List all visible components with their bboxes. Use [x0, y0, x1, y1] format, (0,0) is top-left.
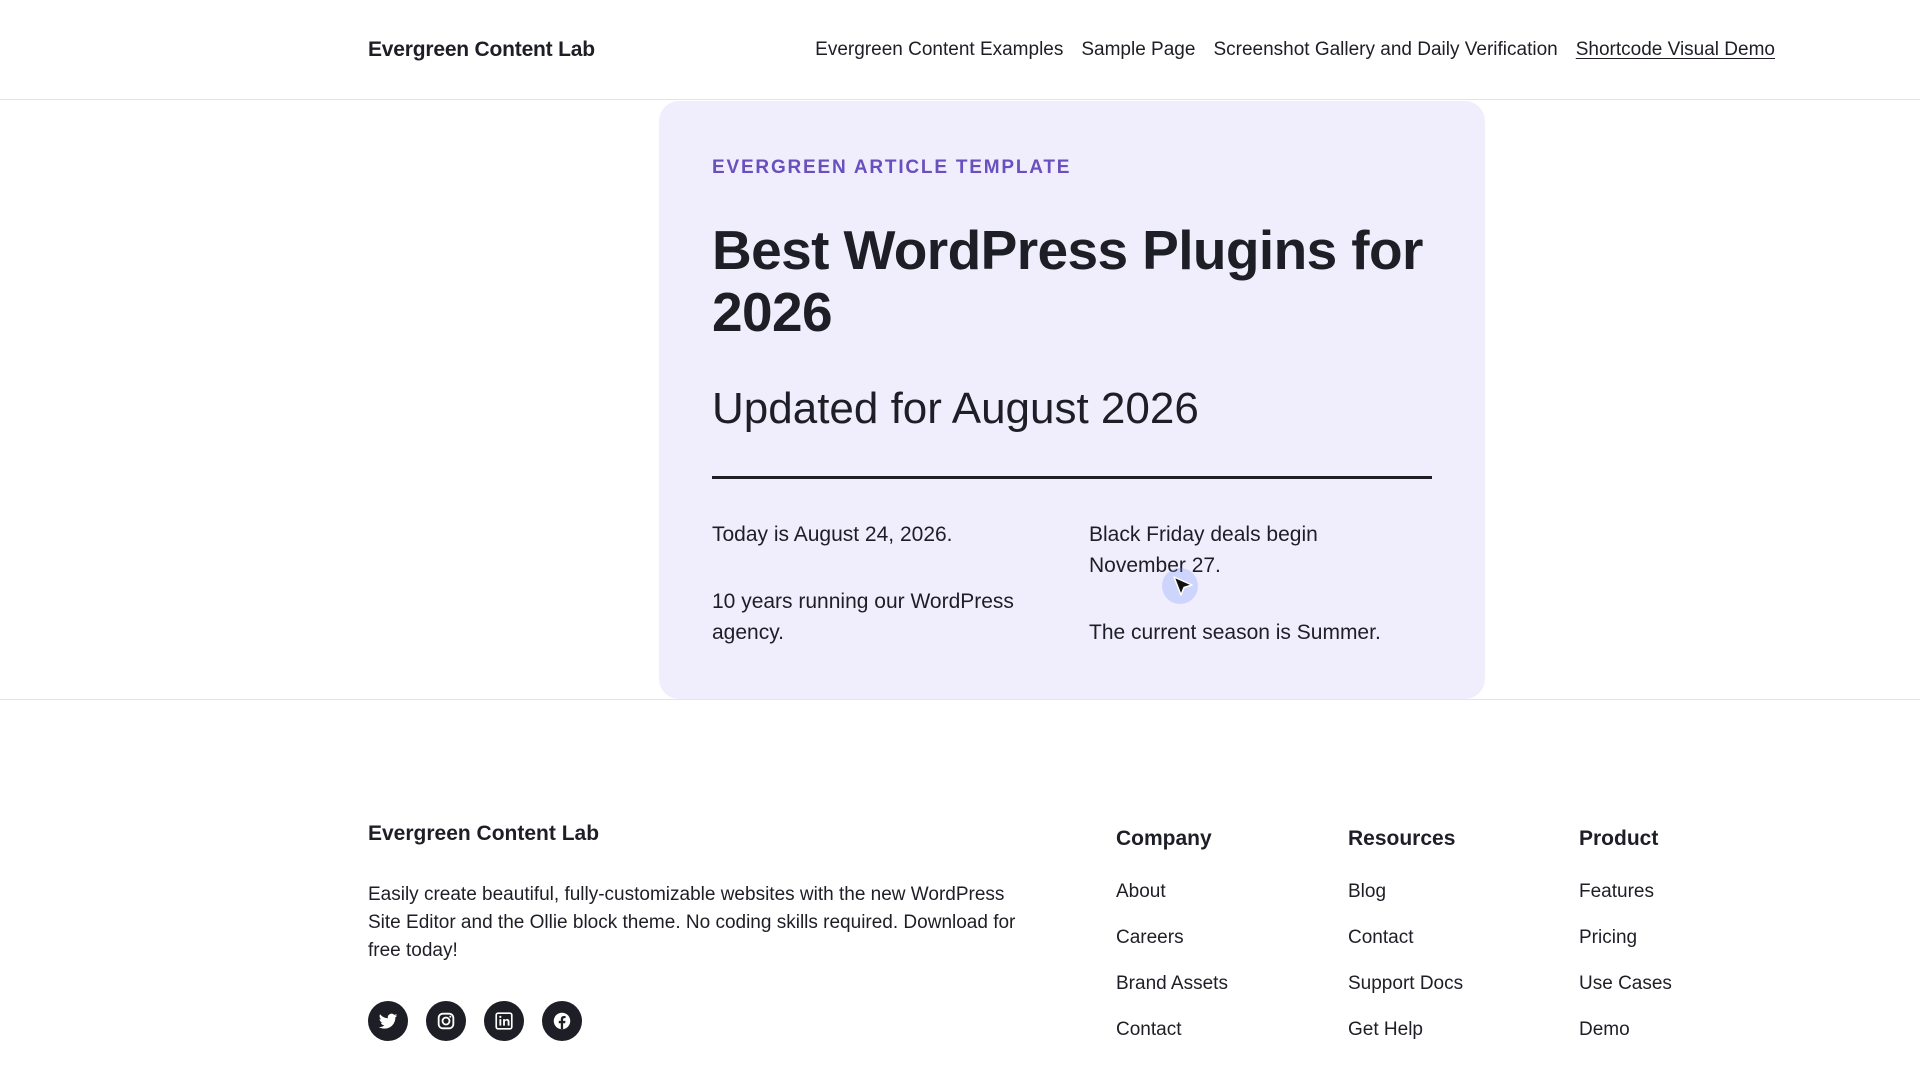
- footer-link-support-docs[interactable]: Support Docs: [1348, 973, 1463, 994]
- nav-shortcode-visual-demo[interactable]: Shortcode Visual Demo: [1576, 39, 1775, 61]
- footer-col-heading: Resources: [1348, 827, 1456, 850]
- footer-link-contact[interactable]: Contact: [1348, 927, 1413, 948]
- footer-link-about[interactable]: About: [1116, 881, 1166, 902]
- twitter-icon[interactable]: [368, 1001, 408, 1041]
- page-title: Best WordPress Plugins for 2026: [712, 219, 1423, 343]
- site-title-link[interactable]: Evergreen Content Lab: [368, 38, 595, 62]
- footer-description: Easily create beautiful, fully-customiza…: [368, 884, 1016, 961]
- footer-col-resources: Resources Blog Contact Support Docs Get …: [1348, 827, 1463, 1065]
- footer-site-title[interactable]: Evergreen Content Lab: [368, 822, 599, 846]
- facebook-icon[interactable]: [542, 1001, 582, 1041]
- main-nav: Evergreen Content Examples Sample Page S…: [815, 39, 1775, 61]
- fact-today: Today is August 24, 2026.: [712, 523, 953, 546]
- divider: [712, 476, 1432, 479]
- footer-link-use-cases[interactable]: Use Cases: [1579, 973, 1672, 994]
- footer-link-demo[interactable]: Demo: [1579, 1019, 1630, 1040]
- footer-link-contact[interactable]: Contact: [1116, 1019, 1181, 1040]
- linkedin-icon[interactable]: [484, 1001, 524, 1041]
- content-divider: [0, 699, 1920, 700]
- footer-col-product: Product Features Pricing Use Cases Demo: [1579, 827, 1672, 1065]
- nav-screenshot-gallery[interactable]: Screenshot Gallery and Daily Verificatio…: [1213, 39, 1557, 61]
- footer-col-heading: Company: [1116, 827, 1212, 850]
- social-links: [368, 1001, 582, 1041]
- nav-evergreen-content-examples[interactable]: Evergreen Content Examples: [815, 39, 1063, 61]
- footer-col-company: Company About Careers Brand Assets Conta…: [1116, 827, 1228, 1065]
- footer-link-blog[interactable]: Blog: [1348, 881, 1386, 902]
- fact-black-friday: Black Friday deals begin November 27.: [1089, 523, 1318, 577]
- hero-card: EVERGREEN ARTICLE TEMPLATE Best WordPres…: [659, 101, 1485, 699]
- mouse-cursor-icon: [1173, 576, 1193, 596]
- footer-link-careers[interactable]: Careers: [1116, 927, 1184, 948]
- footer-link-features[interactable]: Features: [1579, 881, 1654, 902]
- instagram-icon[interactable]: [426, 1001, 466, 1041]
- page-subtitle: Updated for August 2026: [712, 384, 1199, 433]
- footer-link-brand-assets[interactable]: Brand Assets: [1116, 973, 1228, 994]
- site-header: Evergreen Content Lab Evergreen Content …: [0, 0, 1920, 100]
- fact-years: 10 years running our WordPress agency.: [712, 590, 1014, 644]
- eyebrow-label: EVERGREEN ARTICLE TEMPLATE: [712, 157, 1072, 178]
- footer-link-pricing[interactable]: Pricing: [1579, 927, 1637, 948]
- footer-link-get-help[interactable]: Get Help: [1348, 1019, 1423, 1040]
- nav-sample-page[interactable]: Sample Page: [1081, 39, 1195, 61]
- footer-col-heading: Product: [1579, 827, 1659, 850]
- fact-season: The current season is Summer.: [1089, 621, 1381, 644]
